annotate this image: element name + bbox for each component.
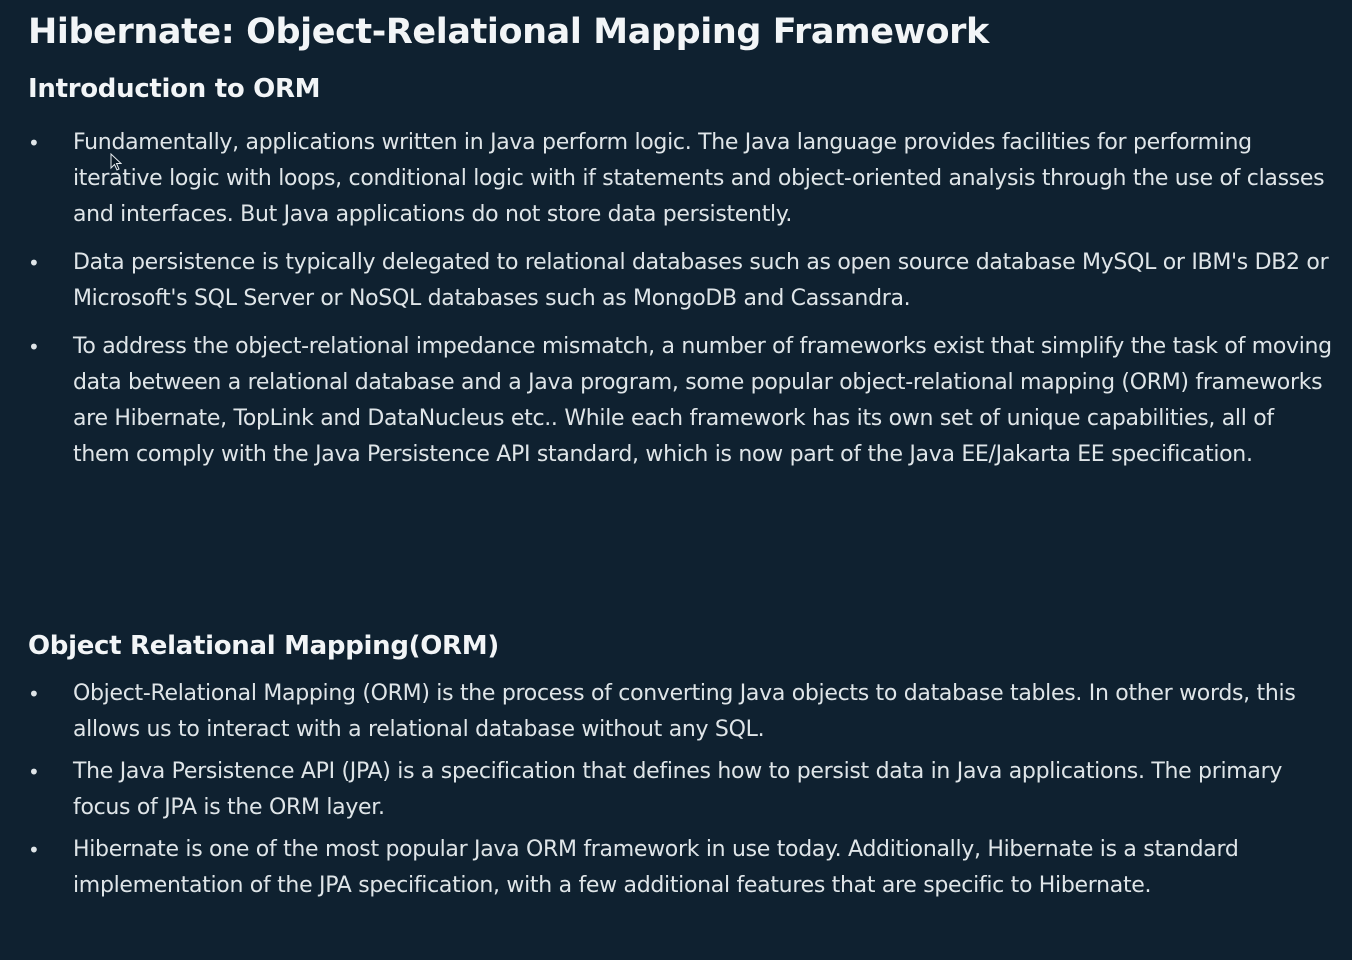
slide: Hibernate: Object-Relational Mapping Fra…	[0, 0, 1352, 960]
page-title: Hibernate: Object-Relational Mapping Fra…	[28, 12, 989, 52]
list-item: • The Java Persistence API (JPA) is a sp…	[0, 754, 1335, 826]
list-item: • Data persistence is typically delegate…	[0, 245, 1335, 317]
list-item-text: To address the object-relational impedan…	[73, 334, 1332, 467]
list-item-text: Hibernate is one of the most popular Jav…	[73, 837, 1239, 898]
bullet-icon: •	[28, 760, 40, 784]
list-item-text: Data persistence is typically delegated …	[73, 250, 1329, 311]
list-item-text: Object-Relational Mapping (ORM) is the p…	[73, 681, 1296, 742]
list-item-text: Fundamentally, applications written in J…	[73, 130, 1325, 227]
bullet-icon: •	[28, 251, 40, 275]
list-item: • To address the object-relational imped…	[0, 329, 1335, 473]
bullet-icon: •	[28, 682, 40, 706]
section-heading-orm: Object Relational Mapping(ORM)	[28, 631, 499, 661]
list-item: • Fundamentally, applications written in…	[0, 125, 1335, 233]
intro-bullet-list: • Fundamentally, applications written in…	[0, 125, 1335, 485]
bullet-icon: •	[28, 335, 40, 359]
mouse-cursor-icon	[110, 153, 122, 171]
bullet-icon: •	[28, 838, 40, 862]
list-item: • Hibernate is one of the most popular J…	[0, 832, 1335, 904]
orm-bullet-list: • Object-Relational Mapping (ORM) is the…	[0, 676, 1335, 910]
section-heading-intro: Introduction to ORM	[28, 74, 321, 104]
list-item-text: The Java Persistence API (JPA) is a spec…	[73, 759, 1283, 820]
list-item: • Object-Relational Mapping (ORM) is the…	[0, 676, 1335, 748]
bullet-icon: •	[28, 131, 40, 155]
